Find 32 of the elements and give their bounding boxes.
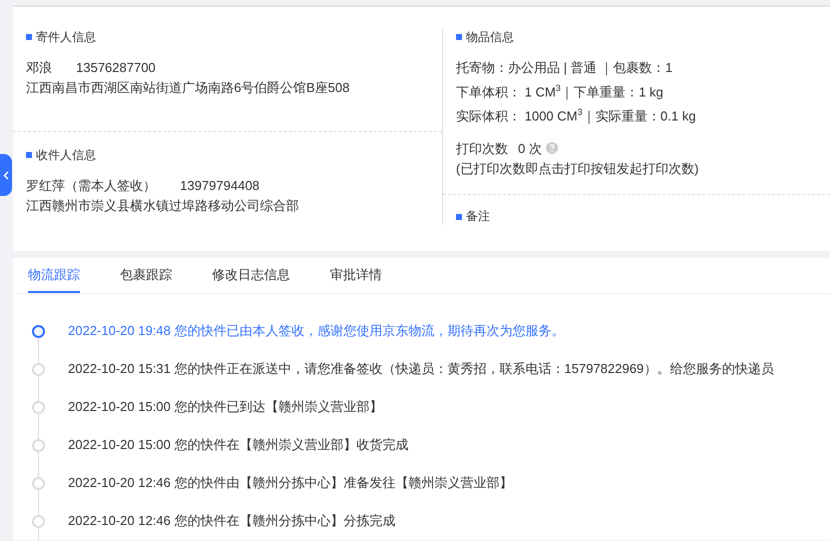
tab[interactable]: 包裹跟踪: [120, 258, 172, 293]
tracking-event: 2022-10-20 15:00 您的快件已到达【赣州崇义营业部】: [68, 398, 382, 416]
section-title: 寄件人信息: [36, 28, 96, 46]
person-name: 邓浪: [26, 60, 52, 75]
print-note: (已打印次数即点击打印按钮发起打印次数): [456, 160, 700, 178]
goods-detail: 实际体积： 1000 CM$^{3}$｜实际重量：0.1 kg: [456, 106, 697, 126]
tracking-event: 2022-10-20 15:00 您的快件在【赣州崇义营业部】收货完成: [68, 436, 408, 454]
tracking-event: 2022-10-20 12:46 您的快件由【赣州分拣中心】准备发往【赣州崇义营业部】: [68, 474, 512, 492]
goods-detail: 托寄物：办公用品 | 普通 ｜包裹数：1: [456, 59, 674, 78]
goods-detail: 下单体积： 1 CM$^{3}$｜下单重量：1 kg: [456, 82, 664, 102]
tab[interactable]: 修改日志信息: [212, 258, 290, 293]
person-name: 罗红萍（需本人签收）: [26, 178, 156, 193]
section-title: 备注: [466, 208, 490, 226]
phone-number: 13576287700: [76, 60, 156, 75]
phone-number: 13979794408: [180, 178, 260, 193]
tab[interactable]: 物流跟踪: [28, 258, 80, 293]
section-title: 收件人信息: [36, 146, 96, 164]
tracking-event: 2022-10-20 12:46 您的快件在【赣州分拣中心】分拣完成: [68, 512, 396, 530]
chevron-left-icon: [3, 170, 9, 180]
collapse-button[interactable]: [0, 154, 12, 196]
tracking-event: 2022-10-20 19:48 您的快件已由本人签收，感谢您使用京东物流，期待再次为您服务。: [68, 322, 564, 340]
section-marker: [26, 152, 32, 158]
section-marker: [456, 214, 462, 220]
address-text: 江西南昌市西湖区南站街道广场南路6号伯爵公馆B座508: [26, 79, 351, 97]
section-marker: [26, 34, 32, 40]
tracking-event: 2022-10-20 15:31 您的快件正在派送中，请您准备签收（快递员：黄秀招，联系电话：15797822969）。给您服务的快递员: [68, 360, 774, 378]
print-count-label: 打印次数: [456, 140, 508, 156]
print-count: 0 次: [518, 140, 542, 156]
section-title: 物品信息: [466, 28, 514, 46]
tab[interactable]: 审批详情: [330, 258, 382, 293]
address-text: 江西赣州市崇义县横水镇过埠路移动公司综合部: [26, 197, 300, 215]
section-marker: [456, 34, 462, 40]
